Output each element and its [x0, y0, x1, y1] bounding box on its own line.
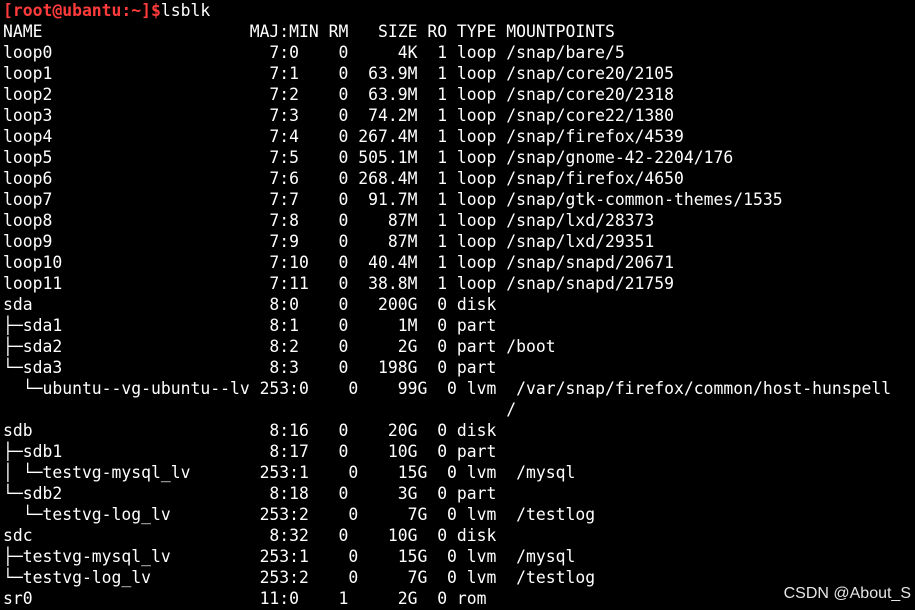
terminal-window[interactable]: [root@ubantu:~]$lsblk NAME MAJ:MIN RM SI… — [3, 0, 915, 610]
output-line: sr0 11:0 1 2G 0 rom — [3, 589, 507, 608]
output-line: loop0 7:0 0 4K 1 loop /snap/bare/5 — [3, 43, 625, 62]
output-line: │ └─testvg-mysql_lv 253:1 0 15G 0 lvm /m… — [3, 463, 576, 482]
output-line: ├─sda1 8:1 0 1M 0 part — [3, 316, 507, 335]
output-line: sdc 8:32 0 10G 0 disk — [3, 526, 507, 545]
output-line: loop7 7:7 0 91.7M 1 loop /snap/gtk-commo… — [3, 190, 783, 209]
output-line: loop11 7:11 0 38.8M 1 loop /snap/snapd/2… — [3, 274, 675, 293]
output-line: loop6 7:6 0 268.4M 1 loop /snap/firefox/… — [3, 169, 684, 188]
output-line: ├─sda2 8:2 0 2G 0 part /boot — [3, 337, 556, 356]
output-line: loop10 7:10 0 40.4M 1 loop /snap/snapd/2… — [3, 253, 675, 272]
prompt-user-host: [root@ubantu:~] — [3, 1, 152, 20]
output-line: sdb 8:16 0 20G 0 disk — [3, 421, 507, 440]
output-line: / — [3, 400, 517, 419]
output-line: loop3 7:3 0 74.2M 1 loop /snap/core22/13… — [3, 106, 675, 125]
output-line: └─sdb2 8:18 0 3G 0 part — [3, 484, 507, 503]
output-line: loop8 7:8 0 87M 1 loop /snap/lxd/28373 — [3, 211, 655, 230]
output-line: └─ubuntu--vg-ubuntu--lv 253:0 0 99G 0 lv… — [3, 379, 892, 398]
prompt-line: [root@ubantu:~]$lsblk — [3, 0, 915, 21]
output-line: loop2 7:2 0 63.9M 1 loop /snap/core20/23… — [3, 85, 675, 104]
csdn-watermark: CSDN @About_S — [783, 585, 911, 602]
command-text: lsblk — [160, 1, 211, 20]
output-line: loop5 7:5 0 505.1M 1 loop /snap/gnome-42… — [3, 148, 734, 167]
output-line: loop1 7:1 0 63.9M 1 loop /snap/core20/21… — [3, 64, 675, 83]
output-line: loop4 7:4 0 267.4M 1 loop /snap/firefox/… — [3, 127, 684, 146]
output-header: NAME MAJ:MIN RM SIZE RO TYPE MOUNTPOINTS — [3, 22, 615, 41]
output-line: ├─testvg-mysql_lv 253:1 0 15G 0 lvm /mys… — [3, 547, 576, 566]
output-line: loop9 7:9 0 87M 1 loop /snap/lxd/29351 — [3, 232, 655, 251]
output-line: └─testvg-log_lv 253:2 0 7G 0 lvm /testlo… — [3, 505, 596, 524]
output-line: └─testvg-log_lv 253:2 0 7G 0 lvm /testlo… — [3, 568, 596, 587]
prompt-symbol: $ — [151, 1, 161, 20]
output-line: sda 8:0 0 200G 0 disk — [3, 295, 507, 314]
output-line: ├─sdb1 8:17 0 10G 0 part — [3, 442, 507, 461]
output-line: └─sda3 8:3 0 198G 0 part — [3, 358, 507, 377]
